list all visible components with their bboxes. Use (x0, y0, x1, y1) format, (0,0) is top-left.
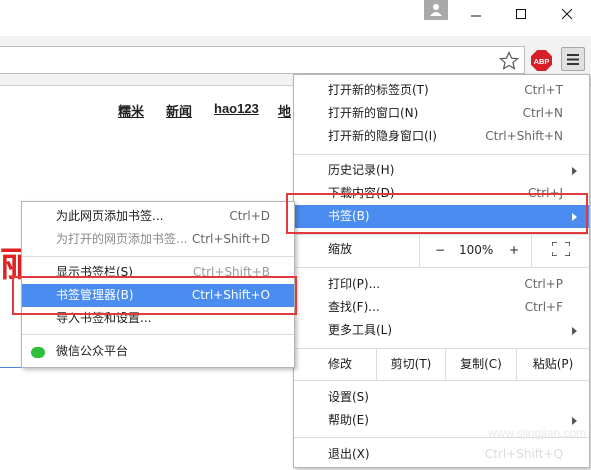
profile-avatar-icon[interactable] (424, 0, 448, 20)
copy-button[interactable]: 复制(C) (446, 349, 516, 380)
menu-separator (22, 256, 294, 257)
menu-item-exit[interactable]: 退出(X) Ctrl+Shift+Q (294, 443, 589, 466)
cut-button[interactable]: 剪切(T) (377, 349, 445, 380)
menu-separator (294, 154, 589, 155)
maximize-icon[interactable] (507, 4, 535, 26)
paste-button[interactable]: 粘贴(P) (517, 349, 589, 380)
minimize-icon[interactable] (462, 4, 490, 26)
submenu-arrow-icon (572, 327, 577, 335)
zoom-divider (531, 234, 532, 267)
wechat-icon (31, 347, 45, 358)
bookmark-open-pages[interactable]: 为打开的网页添加书签... Ctrl+Shift+D (22, 228, 294, 251)
menu-item-print[interactable]: 打印(P)... Ctrl+P (294, 273, 589, 296)
menu-item-more-tools[interactable]: 更多工具(L) (294, 319, 589, 342)
zoom-divider (419, 234, 420, 267)
bookmark-star-icon[interactable] (498, 51, 520, 71)
page-link-news[interactable]: 新闻 (166, 101, 192, 120)
chrome-main-menu: 打开新的标签页(T) Ctrl+T 打开新的窗口(N) Ctrl+N 打开新的隐身窗… (293, 74, 590, 468)
menu-separator (294, 380, 589, 381)
annotation-box-bookmark-manager (12, 276, 297, 315)
submenu-arrow-icon (572, 417, 577, 425)
menu-separator (294, 234, 589, 235)
menu-item-history[interactable]: 历史记录(H) (294, 159, 589, 182)
menu-item-settings[interactable]: 设置(S) (294, 386, 589, 409)
annotation-box-bookmarks (286, 193, 588, 234)
page-link-nuomi[interactable]: 糯米 (118, 101, 144, 120)
menu-item-new-tab[interactable]: 打开新的标签页(T) Ctrl+T (294, 79, 589, 102)
zoom-in-button[interactable]: + (509, 243, 519, 257)
chrome-menu-button[interactable] (561, 47, 585, 71)
edit-label: 修改 (328, 357, 353, 371)
zoom-level: 100% (459, 243, 494, 257)
menu-item-new-window[interactable]: 打开新的窗口(N) Ctrl+N (294, 102, 589, 125)
zoom-out-button[interactable]: − (435, 243, 445, 257)
bookmark-wechat[interactable]: 微信公众平台 (22, 340, 294, 363)
adblock-plus-icon[interactable]: ABP (531, 50, 552, 71)
fullscreen-icon[interactable] (551, 241, 571, 257)
page-link-map[interactable]: 地 (278, 101, 291, 120)
title-bar (0, 0, 591, 36)
menu-item-incognito[interactable]: 打开新的隐身窗口(I) Ctrl+Shift+N (294, 125, 589, 148)
bookmark-this-page[interactable]: 为此网页添加书签... Ctrl+D (22, 205, 294, 228)
address-bar[interactable] (0, 46, 525, 74)
watermark: www.sjingjian.com (488, 426, 587, 440)
menu-item-find[interactable]: 查找(F)... Ctrl+F (294, 296, 589, 319)
menu-row-edit: 修改 剪切(T) 复制(C) 粘贴(P) (294, 349, 589, 380)
page-link-hao123[interactable]: hao123 (214, 101, 259, 116)
svg-text:ABP: ABP (534, 57, 550, 66)
submenu-arrow-icon (572, 167, 577, 175)
menu-separator (22, 334, 294, 335)
menu-separator (294, 267, 589, 268)
close-icon[interactable] (553, 4, 581, 26)
